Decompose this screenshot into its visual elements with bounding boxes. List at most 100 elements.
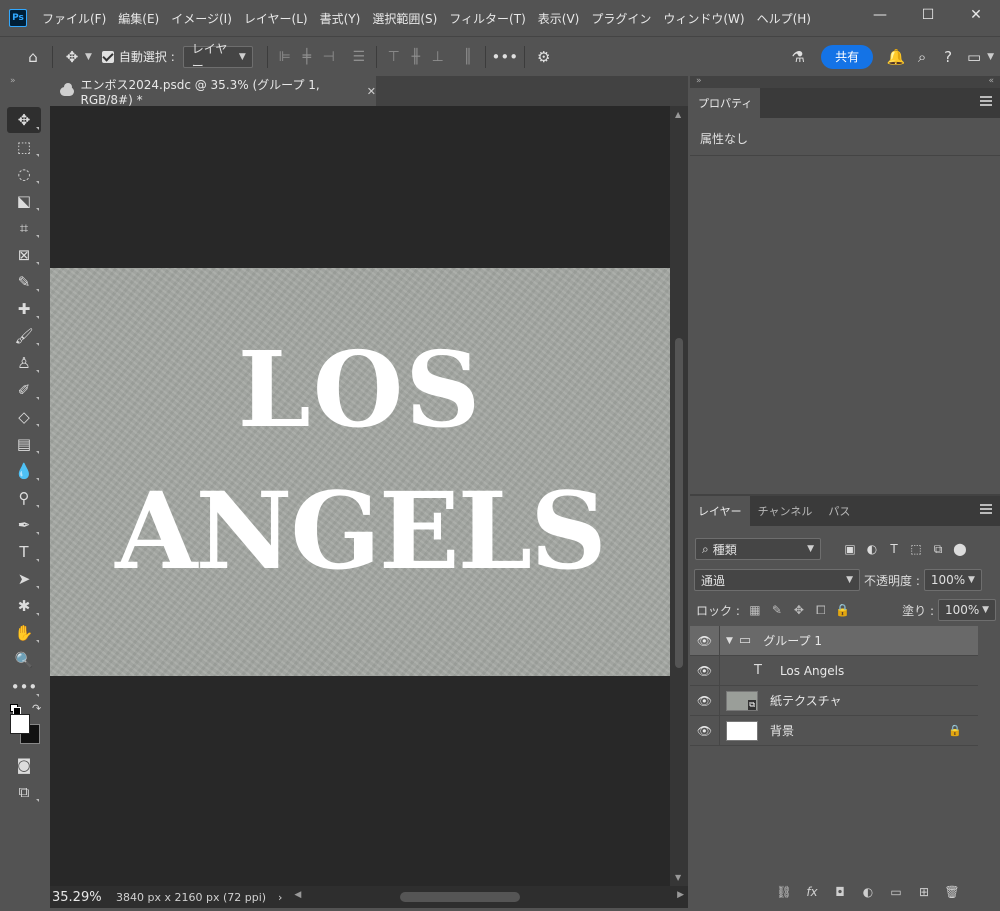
align-top-icon[interactable]: ⊤ xyxy=(383,46,405,68)
vertical-scrollbar[interactable]: ▲ ▼ xyxy=(670,106,688,886)
chevron-down-icon[interactable]: ▼ xyxy=(726,636,733,646)
maximize-button[interactable]: ☐ xyxy=(904,0,952,30)
collapse-panels-icon[interactable]: « xyxy=(988,76,994,86)
document-canvas[interactable]: LOS ANGELS xyxy=(50,268,670,676)
scroll-left-icon[interactable]: ◀ xyxy=(294,890,301,900)
more-options-icon[interactable]: ••• xyxy=(492,44,519,70)
lock-image-pixels-icon[interactable]: ✎ xyxy=(766,599,788,621)
align-middle-vertical-icon[interactable]: ╫ xyxy=(405,46,427,68)
menu-edit[interactable]: 編集(E) xyxy=(112,10,165,27)
share-button[interactable]: 共有 xyxy=(821,44,874,69)
menu-plugins[interactable]: プラグイン xyxy=(585,10,657,27)
horizontal-scrollbar[interactable]: ◀ ▶ xyxy=(290,886,688,908)
distribute-horizontal-icon[interactable]: ║ xyxy=(457,46,479,68)
menu-select[interactable]: 選択範囲(S) xyxy=(366,10,443,27)
eyedropper-tool-icon[interactable]: ✎ xyxy=(7,269,41,295)
status-expand-icon[interactable]: › xyxy=(278,891,282,904)
photoshop-logo-icon[interactable]: Ps xyxy=(9,9,27,27)
close-tab-icon[interactable]: ✕ xyxy=(367,85,376,98)
scroll-right-icon[interactable]: ▶ xyxy=(677,890,684,900)
visibility-eye-icon[interactable]: 👁 xyxy=(690,655,720,686)
dodge-tool-icon[interactable]: ⚲ xyxy=(7,485,41,511)
visibility-eye-icon[interactable]: 👁 xyxy=(690,685,720,716)
move-tool-preset-icon[interactable]: ✥ xyxy=(59,44,85,70)
zoom-tool-icon[interactable]: 🔍 xyxy=(7,647,41,673)
edit-toolbar-icon[interactable]: ••• xyxy=(7,674,41,700)
healing-brush-tool-icon[interactable]: ✚ xyxy=(7,296,41,322)
lock-icon[interactable]: 🔒 xyxy=(948,724,962,737)
lock-all-icon[interactable]: 🔒 xyxy=(832,599,854,621)
marquee-tool-icon[interactable]: ⬚ xyxy=(7,134,41,160)
layers-panel-menu-icon[interactable] xyxy=(980,504,992,514)
lasso-tool-icon[interactable]: ◌ xyxy=(7,161,41,187)
hand-tool-icon[interactable]: ✋ xyxy=(7,620,41,646)
menu-help[interactable]: ヘルプ(H) xyxy=(751,10,817,27)
scroll-down-icon[interactable]: ▼ xyxy=(675,873,681,882)
shape-tool-icon[interactable]: ✱ xyxy=(7,593,41,619)
layer-row-group-1[interactable]: 👁 ▼ ▭ グループ 1 xyxy=(690,625,978,656)
flask-icon[interactable]: ⚗ xyxy=(785,44,811,70)
adjustment-layer-icon[interactable]: ◐ xyxy=(854,882,882,902)
menu-filter[interactable]: フィルター(T) xyxy=(443,10,531,27)
swap-colors-icon[interactable]: ↷ xyxy=(32,702,41,715)
visibility-eye-icon[interactable]: 👁 xyxy=(690,625,720,656)
visibility-eye-icon[interactable]: 👁 xyxy=(690,715,720,746)
menu-file[interactable]: ファイル(F) xyxy=(36,10,112,27)
object-selection-tool-icon[interactable]: ⬕ xyxy=(7,188,41,214)
tab-paths[interactable]: パス xyxy=(820,496,858,526)
close-button[interactable]: ✕ xyxy=(952,0,1000,30)
new-group-icon[interactable]: ▭ xyxy=(882,882,910,902)
menu-view[interactable]: 表示(V) xyxy=(532,10,586,27)
home-icon[interactable]: ⌂ xyxy=(20,44,46,70)
chevron-down-icon[interactable]: ▼ xyxy=(85,52,92,62)
fill-field[interactable]: 100% ▼ xyxy=(938,599,996,621)
align-left-icon[interactable]: ⊫ xyxy=(274,46,296,68)
tab-layers[interactable]: レイヤー xyxy=(690,496,750,526)
history-brush-tool-icon[interactable]: ✐ xyxy=(7,377,41,403)
filter-shape-icon[interactable]: ⬚ xyxy=(905,538,927,560)
auto-select-checkbox[interactable] xyxy=(101,50,114,63)
brush-tool-icon[interactable]: 🖌 xyxy=(7,323,41,349)
distribute-vertical-icon[interactable]: ☰ xyxy=(348,46,370,68)
minimize-button[interactable]: — xyxy=(856,0,904,30)
trash-icon[interactable]: 🗑 xyxy=(938,882,966,902)
layer-filter-dropdown[interactable]: ⌕ 種類 ▼ xyxy=(695,538,821,560)
move-tool-icon[interactable]: ✥ xyxy=(7,107,41,133)
filter-type-icon[interactable]: T xyxy=(883,538,905,560)
new-layer-icon[interactable]: ⊞ xyxy=(910,882,938,902)
lock-transparent-pixels-icon[interactable]: ▦ xyxy=(744,599,766,621)
pen-tool-icon[interactable]: ✒ xyxy=(7,512,41,538)
scroll-up-icon[interactable]: ▲ xyxy=(675,110,681,119)
canvas-area[interactable]: LOS ANGELS xyxy=(50,106,670,886)
type-tool-icon[interactable]: T xyxy=(7,539,41,565)
link-layers-icon[interactable]: ⛓ xyxy=(770,882,798,902)
menu-type[interactable]: 書式(Y) xyxy=(314,10,367,27)
fx-icon[interactable]: fx xyxy=(798,882,826,902)
layer-row-background[interactable]: 👁 背景 🔒 xyxy=(690,715,978,746)
search-icon[interactable]: ⌕ xyxy=(909,44,935,70)
foreground-color-swatch[interactable] xyxy=(10,714,30,734)
expand-panels-icon[interactable]: » xyxy=(696,76,702,86)
layer-row-text[interactable]: 👁 T Los Angels xyxy=(690,655,978,686)
menu-image[interactable]: イメージ(I) xyxy=(165,10,238,27)
blur-tool-icon[interactable]: 💧 xyxy=(7,458,41,484)
frame-tool-icon[interactable]: ⊠ xyxy=(7,242,41,268)
tab-channels[interactable]: チャンネル xyxy=(750,496,821,526)
filter-adjustment-icon[interactable]: ◐ xyxy=(861,538,883,560)
align-right-icon[interactable]: ⊣ xyxy=(318,46,340,68)
menu-window[interactable]: ウィンドウ(W) xyxy=(657,10,750,27)
path-selection-tool-icon[interactable]: ➤ xyxy=(7,566,41,592)
filter-pixel-icon[interactable]: ▣ xyxy=(839,538,861,560)
opacity-field[interactable]: 100% ▼ xyxy=(923,569,982,591)
tab-properties[interactable]: プロパティ xyxy=(690,88,761,118)
blend-mode-dropdown[interactable]: 通過 ▼ xyxy=(694,569,860,591)
screen-mode-icon[interactable]: ⧉ xyxy=(7,779,41,805)
properties-panel-menu-icon[interactable] xyxy=(980,96,992,106)
gear-icon[interactable]: ⚙ xyxy=(531,44,557,70)
quick-mask-icon[interactable]: ◙ xyxy=(7,752,41,778)
gradient-tool-icon[interactable]: ▤ xyxy=(7,431,41,457)
help-icon[interactable]: ? xyxy=(935,44,961,70)
toolbar-collapse-icon[interactable]: » xyxy=(10,76,16,86)
bell-icon[interactable]: 🔔 xyxy=(883,44,909,70)
crop-tool-icon[interactable]: ⌗ xyxy=(7,215,41,241)
